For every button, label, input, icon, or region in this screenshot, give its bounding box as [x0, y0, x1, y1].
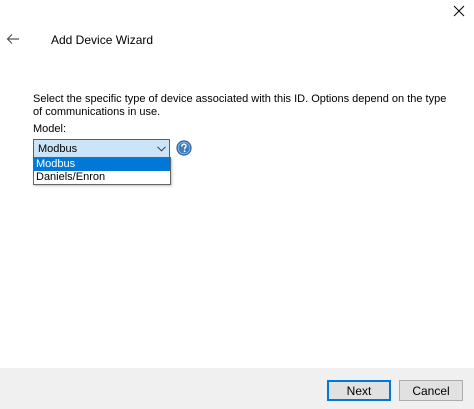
close-button[interactable]: [444, 0, 474, 22]
wizard-title: Add Device Wizard: [51, 33, 154, 47]
close-icon: [453, 5, 465, 17]
model-dropdown-list: Modbus Daniels/Enron: [33, 157, 171, 185]
dropdown-option-modbus[interactable]: Modbus: [34, 158, 170, 171]
help-icon[interactable]: [176, 140, 192, 156]
back-button[interactable]: [4, 30, 22, 48]
dropdown-option-daniels-enron[interactable]: Daniels/Enron: [34, 171, 170, 184]
instruction-text: Select the specific type of device assoc…: [33, 93, 447, 118]
model-label: Model:: [33, 123, 67, 135]
next-button[interactable]: Next: [327, 380, 391, 401]
back-arrow-icon: [6, 34, 19, 44]
model-select-value: Modbus: [38, 142, 78, 155]
model-select[interactable]: Modbus: [33, 139, 170, 158]
chevron-down-icon: [153, 145, 169, 152]
cancel-button[interactable]: Cancel: [399, 380, 463, 401]
